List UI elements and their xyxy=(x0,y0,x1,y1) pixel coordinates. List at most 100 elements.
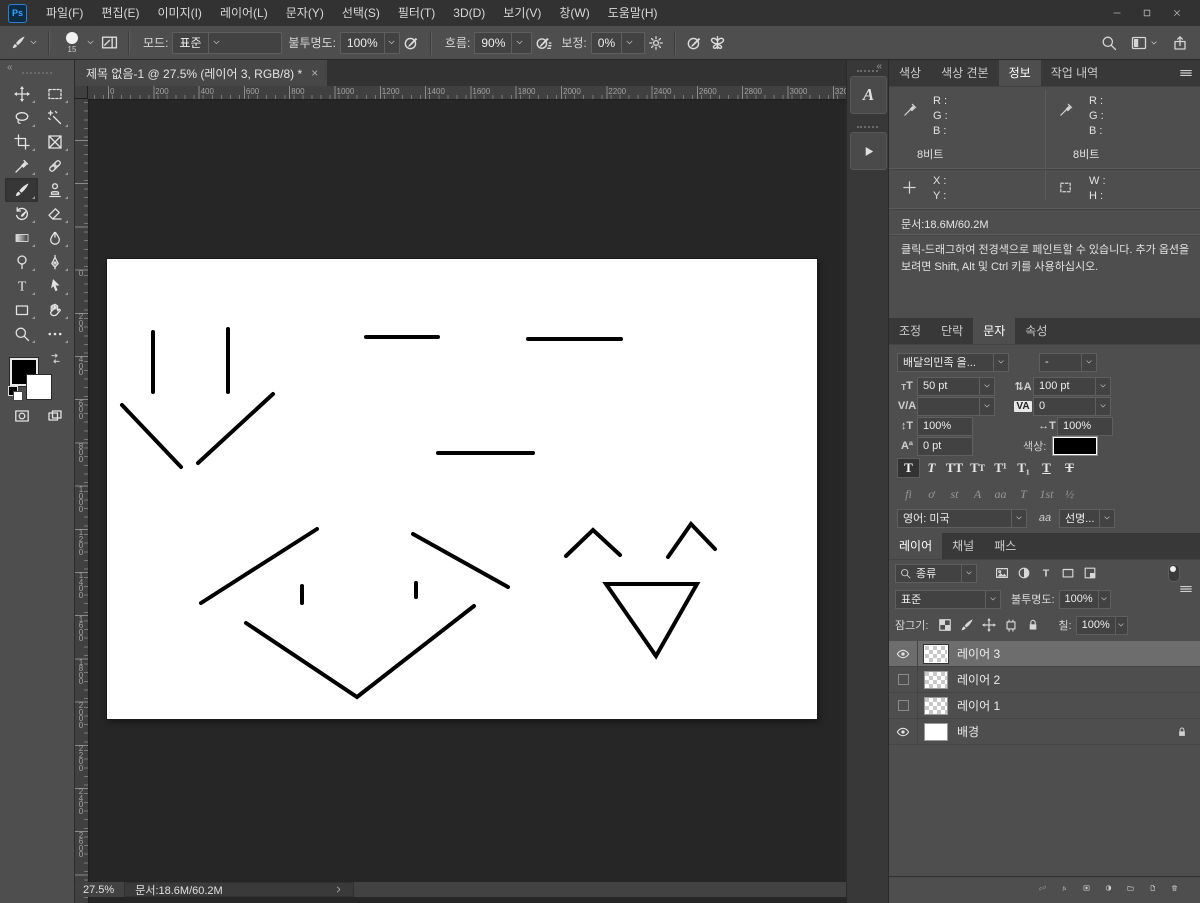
crop-tool[interactable] xyxy=(5,130,38,154)
dodge-tool[interactable] xyxy=(5,250,38,274)
opentype-button-8[interactable]: ½ xyxy=(1058,485,1081,503)
character-tab[interactable]: 단락 xyxy=(931,318,973,344)
collapse-toolbar-icon[interactable]: « xyxy=(7,62,13,73)
layers-tab[interactable]: 패스 xyxy=(984,533,1026,559)
clone-stamp-tool[interactable] xyxy=(38,178,71,202)
object-selection-tool[interactable] xyxy=(38,106,71,130)
zoom-level-field[interactable]: 27.5% xyxy=(75,884,124,896)
menu-item-3[interactable]: 이미지(I) xyxy=(148,0,210,26)
opentype-button-2[interactable]: ơ xyxy=(920,485,943,503)
subscript-button[interactable]: T₁ xyxy=(1012,458,1035,478)
menu-item-10[interactable]: 창(W) xyxy=(550,0,598,26)
opentype-button-5[interactable]: aa xyxy=(989,485,1012,503)
filter-type-layers-button[interactable]: T xyxy=(1035,564,1057,582)
superscript-button[interactable]: T¹ xyxy=(989,458,1012,478)
lasso-tool[interactable] xyxy=(5,106,38,130)
underline-button[interactable]: T xyxy=(1035,458,1058,478)
gradient-tool[interactable] xyxy=(5,226,38,250)
layer-row[interactable]: 배경 xyxy=(889,719,1200,745)
filter-adjustment-layers-button[interactable] xyxy=(1013,564,1035,582)
marquee-tool[interactable] xyxy=(38,82,71,106)
layers-tab[interactable]: 채널 xyxy=(942,533,984,559)
layer-row[interactable]: 레이어 2 xyxy=(889,667,1200,693)
layer-blend-mode-select[interactable]: 표준 xyxy=(895,589,1001,609)
new-layer-button[interactable] xyxy=(1134,879,1156,897)
layer-row[interactable]: 레이어 1 xyxy=(889,693,1200,719)
panel-menu-icon[interactable] xyxy=(1179,66,1193,80)
menu-item-1[interactable]: 파일(F) xyxy=(37,0,92,26)
strikethrough-button[interactable]: T xyxy=(1058,458,1081,478)
move-tool[interactable] xyxy=(5,82,38,106)
pressure-opacity-button[interactable] xyxy=(403,34,420,51)
font-family-select[interactable]: 배달의민족 을... xyxy=(897,352,1009,372)
minimize-button[interactable] xyxy=(1104,4,1130,22)
horizontal-scale-field[interactable]: 100% xyxy=(1057,416,1113,436)
font-size-select[interactable]: 50 pt xyxy=(917,376,995,396)
lock-artboard-button[interactable] xyxy=(1000,616,1022,634)
character-tab[interactable]: 조정 xyxy=(889,318,931,344)
vertical-scale-field[interactable]: 100% xyxy=(917,416,973,436)
all-caps-button[interactable]: TT xyxy=(943,458,966,478)
faux-italic-button[interactable]: T xyxy=(920,458,943,478)
workspace-icon[interactable] xyxy=(1131,35,1147,51)
brush-tool[interactable] xyxy=(5,178,38,202)
layers-tab[interactable]: 레이어 xyxy=(889,533,943,559)
filter-pixel-layers-button[interactable] xyxy=(991,564,1013,582)
shape-tool[interactable] xyxy=(5,298,38,322)
default-colors-icon[interactable] xyxy=(8,386,23,401)
lock-position-button[interactable] xyxy=(978,616,1000,634)
eyedropper-tool[interactable] xyxy=(5,154,38,178)
menu-item-5[interactable]: 문자(Y) xyxy=(277,0,333,26)
faux-bold-button[interactable]: T xyxy=(897,458,920,478)
leading-select[interactable]: 100 pt xyxy=(1033,376,1111,396)
lock-pixels-button[interactable] xyxy=(956,616,978,634)
opentype-button-1[interactable]: fi xyxy=(897,485,920,503)
layer-thumbnail[interactable] xyxy=(924,722,948,741)
paint-symmetry-button[interactable] xyxy=(709,34,726,51)
filter-toggle-pill[interactable] xyxy=(1168,564,1180,582)
layer-thumbnail[interactable] xyxy=(923,643,949,664)
layer-thumbnail[interactable] xyxy=(924,696,948,715)
actions-panel-button[interactable] xyxy=(850,132,887,170)
chevron-right-icon[interactable] xyxy=(334,885,343,894)
opentype-button-6[interactable]: T xyxy=(1012,485,1035,503)
layer-opacity-select[interactable]: 100% xyxy=(1058,589,1111,609)
lock-transparency-button[interactable] xyxy=(934,616,956,634)
info-tab[interactable]: 색상 xyxy=(889,60,931,86)
info-tab[interactable]: 색상 견본 xyxy=(931,60,999,86)
add-layer-mask-button[interactable] xyxy=(1068,879,1090,897)
swap-colors-icon[interactable] xyxy=(49,352,62,365)
opentype-button-7[interactable]: 1st xyxy=(1035,485,1058,503)
layer-name[interactable]: 레이어 3 xyxy=(957,645,1000,662)
layer-name[interactable]: 배경 xyxy=(957,723,979,740)
menu-item-6[interactable]: 선택(S) xyxy=(333,0,389,26)
menu-item-11[interactable]: 도움말(H) xyxy=(599,0,667,26)
smoothing-options-button[interactable] xyxy=(648,35,664,51)
layer-row[interactable]: 레이어 3 xyxy=(889,641,1200,667)
share-icon[interactable] xyxy=(1172,35,1188,51)
menu-item-8[interactable]: 3D(D) xyxy=(444,0,494,26)
menu-item-2[interactable]: 편집(E) xyxy=(92,0,148,26)
canvas[interactable] xyxy=(107,259,817,719)
tool-preset-picker[interactable] xyxy=(11,35,38,50)
character-tab[interactable]: 속성 xyxy=(1015,318,1057,344)
screen-mode-button[interactable] xyxy=(38,404,71,428)
type-tool[interactable]: T xyxy=(5,274,38,298)
menu-item-4[interactable]: 레이어(L) xyxy=(211,0,277,26)
layer-visibility-toggle[interactable] xyxy=(889,667,918,692)
language-select[interactable]: 영어: 미국 xyxy=(897,508,1027,528)
healing-brush-tool[interactable] xyxy=(38,154,71,178)
zoom-tool[interactable] xyxy=(5,322,38,346)
character-tab[interactable]: 문자 xyxy=(973,318,1016,344)
tracking-select[interactable]: 0 xyxy=(1033,396,1111,416)
baseline-shift-field[interactable]: 0 pt xyxy=(917,436,973,456)
toolbar-grip[interactable] xyxy=(22,72,52,74)
antialias-select[interactable]: 선명... xyxy=(1059,508,1115,528)
opentype-button-3[interactable]: st xyxy=(943,485,966,503)
delete-layer-button[interactable] xyxy=(1156,879,1178,897)
hand-tool[interactable] xyxy=(38,298,71,322)
layer-style-button[interactable]: fx xyxy=(1046,879,1068,897)
layer-filter-select[interactable]: 종류 xyxy=(895,563,977,583)
font-style-select[interactable]: - xyxy=(1039,352,1097,372)
document-tab[interactable]: 제목 없음-1 @ 27.5% (레이어 3, RGB/8) * × xyxy=(75,60,328,86)
